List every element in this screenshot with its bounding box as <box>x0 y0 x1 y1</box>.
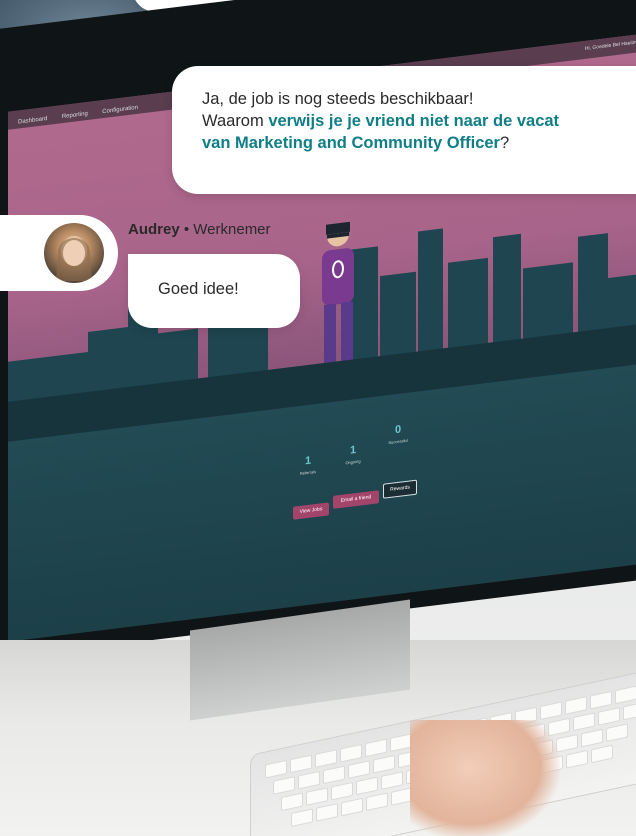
message-line-1: Ja, de job is nog steeds beschikbaar! <box>202 90 474 108</box>
stat-ongoing: 1 Ongoing <box>333 442 373 467</box>
menu-item-dashboard[interactable]: Dashboard <box>18 116 47 126</box>
menu-item-configuration[interactable]: Configuration <box>102 105 138 115</box>
stat-value: 1 <box>304 454 312 468</box>
message-line-3: van Marketing and Community Officer? <box>202 134 509 153</box>
message-line-2: Waarom verwijs je je vriend niet naar de… <box>202 112 559 131</box>
referral-link[interactable]: verwijs je je vriend niet naar de vacat <box>268 112 559 130</box>
message-bubble: Ja, de job is nog steeds beschikbaar! Wa… <box>172 66 636 194</box>
reply-text: Goed idee! <box>158 280 239 298</box>
avatar-image <box>56 236 92 281</box>
message-line-3-suffix: ? <box>499 134 510 152</box>
rewards-button[interactable]: Rewards <box>383 479 417 499</box>
stat-successful: 0 Successful <box>378 421 418 446</box>
sender-line: Audrey • Werknemer <box>128 221 271 238</box>
view-jobs-button[interactable]: View Jobs <box>293 502 329 520</box>
photo-scene: Dashboard Reporting Configuration Hi, Go… <box>0 0 636 836</box>
menu-item-reporting[interactable]: Reporting <box>62 111 88 120</box>
avatar <box>44 223 104 283</box>
stat-label: Successful <box>388 437 408 446</box>
stat-label: Referrals <box>299 468 317 476</box>
email-friend-button[interactable]: Email a friend <box>333 490 379 509</box>
sender-separator: • <box>179 221 194 238</box>
stat-referrals: 1 Referrals <box>288 452 328 477</box>
stat-value: 1 <box>349 444 357 457</box>
tray-user[interactable]: Hi, Goedele Bel Haelimi <box>585 39 636 52</box>
hand <box>410 720 560 836</box>
stat-label: Ongoing <box>345 458 361 466</box>
reply-bubble: Goed idee! <box>128 254 300 328</box>
job-title-link[interactable]: van Marketing and Community Officer <box>202 134 500 152</box>
sender-name: Audrey <box>128 221 180 238</box>
message-line-2-prefix: Waarom <box>202 112 269 130</box>
stat-value: 0 <box>394 423 402 437</box>
sender-role: Werknemer <box>193 221 271 238</box>
